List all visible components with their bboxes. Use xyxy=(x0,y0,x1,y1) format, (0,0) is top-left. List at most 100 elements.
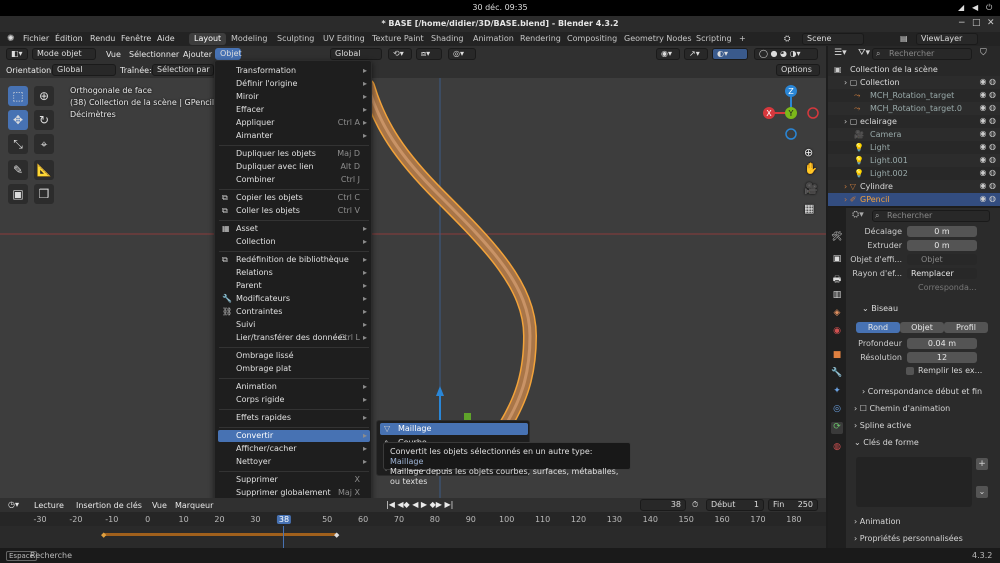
workspace-tab-shading[interactable]: Shading xyxy=(426,33,469,45)
object-menu-item[interactable]: Suivi ▸ xyxy=(218,319,370,331)
bevel-mode-round[interactable]: Rond xyxy=(856,322,900,333)
scene-icon[interactable]: ⛭ xyxy=(784,34,790,44)
object-menu-item[interactable]: Supprimer X xyxy=(218,474,370,486)
shape-keys-list[interactable] xyxy=(856,457,972,507)
start-frame-field[interactable]: Début 1 xyxy=(706,499,764,511)
options-button[interactable]: Options xyxy=(776,64,820,76)
keyframe-end[interactable]: ◆ xyxy=(334,531,339,539)
object-menu-item[interactable]: ⛓ Contraintes ▸ xyxy=(218,306,370,318)
physics-tab-icon[interactable]: ◎ xyxy=(831,404,843,416)
volume-icon[interactable]: ◀ xyxy=(972,3,978,12)
outliner-editor-icon[interactable]: ☰▾ xyxy=(834,48,847,58)
world-tab-icon[interactable]: ◉ xyxy=(831,326,843,338)
workspace-tab-compositing[interactable]: Compositing xyxy=(562,33,622,45)
pivot-point-button[interactable]: ⟲▾ xyxy=(388,48,412,60)
object-menu-item[interactable]: Appliquer Ctrl A ▸ xyxy=(218,117,370,129)
transform-orientation-selector[interactable]: Global xyxy=(330,48,382,60)
bevel-mode-profile[interactable]: Profil xyxy=(944,322,988,333)
current-frame-field[interactable]: 38 xyxy=(640,499,686,511)
outliner-row[interactable]: 💡 Light ◉ ◍ xyxy=(828,141,1000,154)
modifier-tab-icon[interactable]: 🔧 xyxy=(831,368,843,380)
outliner-row[interactable]: ▣ Collection de la scène xyxy=(828,63,1000,76)
minimize-button[interactable]: − xyxy=(958,18,966,28)
timeline-keying-menu[interactable]: Insertion de clés xyxy=(76,501,142,510)
drag-selector[interactable]: Sélection par re xyxy=(152,64,214,76)
visibility-button[interactable]: ◉▾ xyxy=(656,48,680,60)
outliner-row[interactable]: 🎥 Camera ◉ ◍ xyxy=(828,128,1000,141)
object-menu-item[interactable]: Aimanter ▸ xyxy=(218,130,370,142)
timeline-playback-menu[interactable]: Lecture xyxy=(34,501,64,510)
add-workspace-button[interactable]: + xyxy=(734,33,751,45)
panel-start-end-mapping[interactable]: › Correspondance début et fin xyxy=(862,387,982,396)
extrude-field[interactable]: 0 m xyxy=(907,240,977,251)
panel-shape-keys[interactable]: ⌄ Clés de forme xyxy=(854,438,919,447)
workspace-tab-animation[interactable]: Animation xyxy=(468,33,519,45)
visibility-eye-icon[interactable]: ◉ ◍ xyxy=(979,181,996,190)
tool-tab-icon[interactable]: 🛠 xyxy=(831,232,843,244)
outliner-row[interactable]: › ▢ eclairage ◉ ◍ xyxy=(828,115,1000,128)
object-menu-item[interactable]: ⧉ Copier les objets Ctrl C xyxy=(218,192,370,204)
shading-modes[interactable]: ◯ ● ◕ ◑▾ xyxy=(754,48,818,60)
object-menu-item[interactable]: Parent ▸ xyxy=(218,280,370,292)
visibility-eye-icon[interactable]: ◉ ◍ xyxy=(979,116,996,125)
outliner-search-input[interactable]: Rechercher xyxy=(872,48,972,60)
bevel-mode-object[interactable]: Objet xyxy=(900,322,944,333)
keyframe-start[interactable]: ◆ xyxy=(101,531,106,539)
object-menu-item[interactable]: ⧉ Coller les objets Ctrl V xyxy=(218,205,370,217)
viewport-menu-object[interactable]: Objet xyxy=(215,48,242,60)
object-menu-item[interactable]: Dupliquer avec lien Alt D xyxy=(218,161,370,173)
zoom-icon[interactable]: ⊕ xyxy=(804,146,813,159)
add-shape-key-button[interactable]: + xyxy=(976,458,988,470)
object-menu-item[interactable]: Effets rapides ▸ xyxy=(218,412,370,424)
panel-path-animation[interactable]: › ☐ Chemin d'animation xyxy=(854,404,950,413)
object-menu-item[interactable]: ▦ Asset ▸ xyxy=(218,223,370,235)
pan-hand-icon[interactable]: ✋ xyxy=(804,162,818,175)
convert-to-mesh-item[interactable]: ▽ Maillage xyxy=(380,423,528,435)
blender-logo-icon[interactable]: ✺ xyxy=(7,34,15,44)
object-menu-item[interactable]: Corps rigide ▸ xyxy=(218,394,370,406)
orientation-selector[interactable]: Global xyxy=(52,64,116,76)
timeline-ruler[interactable]: -30 -20 -10 0 10 20 30 38 50 60 70 80 90 100 110 120 130… xyxy=(0,512,826,526)
shape-key-menu-button[interactable]: ⌄ xyxy=(976,486,988,498)
properties-editor-icon[interactable]: ⛭▾ xyxy=(852,210,864,220)
visibility-eye-icon[interactable]: ◉ ◍ xyxy=(979,103,996,112)
annotate-tool-icon[interactable]: ✎ xyxy=(8,160,28,180)
object-menu-item[interactable]: Définir l'origine ▸ xyxy=(218,78,370,90)
viewport-menu-select[interactable]: Sélectionner xyxy=(129,50,179,59)
measure-tool-icon[interactable]: 📐 xyxy=(34,160,54,180)
visibility-eye-icon[interactable]: ◉ ◍ xyxy=(979,142,996,151)
object-menu-item[interactable]: Animation ▸ xyxy=(218,381,370,393)
editor-type-button[interactable]: ◧▾ xyxy=(6,48,28,60)
select-box-tool-icon[interactable]: ⬚ xyxy=(8,86,28,106)
properties-search-input[interactable]: Rechercher xyxy=(872,210,990,222)
add-cube-tool-icon[interactable]: ▣ xyxy=(8,184,28,204)
depth-field[interactable]: 0.04 m xyxy=(907,338,977,349)
panel-animation[interactable]: › Animation xyxy=(854,517,901,526)
outliner-row[interactable]: ⤳ MCH_Rotation_target.0 ◉ ◍ xyxy=(828,102,1000,115)
workspace-tab-layout[interactable]: Layout xyxy=(189,33,227,45)
object-menu-item[interactable]: ⧉ Redéfinition de bibliothèque ▸ xyxy=(218,254,370,266)
add-object-tool-icon[interactable]: ❒ xyxy=(34,184,54,204)
proportional-edit-button[interactable]: ◎▾ xyxy=(448,48,476,60)
object-menu-item[interactable]: Collection ▸ xyxy=(218,236,370,248)
taper-object-field[interactable]: Objet xyxy=(907,254,977,265)
outliner-row[interactable]: 💡 Light.001 ◉ ◍ xyxy=(828,154,1000,167)
menu-window[interactable]: Fenêtre xyxy=(121,34,151,43)
outliner-row[interactable]: 💡 Light.002 ◉ ◍ xyxy=(828,167,1000,180)
move-tool-icon[interactable]: ✥ xyxy=(8,110,28,130)
visibility-eye-icon[interactable]: ◉ ◍ xyxy=(979,194,996,203)
menu-file[interactable]: Fichier xyxy=(23,34,49,43)
menu-help[interactable]: Aide xyxy=(157,34,175,43)
panel-custom-properties[interactable]: › Propriétés personnalisées xyxy=(854,534,963,543)
scale-tool-icon[interactable]: ⤡ xyxy=(8,134,28,154)
viewlayer-icon[interactable]: ▤ xyxy=(900,34,908,43)
scene-tab-icon[interactable]: ◈ xyxy=(831,308,843,320)
snap-button[interactable]: ⧈▾ xyxy=(416,48,442,60)
visibility-eye-icon[interactable]: ◉ ◍ xyxy=(979,168,996,177)
outliner-filter-icon[interactable]: ⛛▾ xyxy=(858,48,870,58)
object-tab-icon[interactable]: ■ xyxy=(831,350,843,362)
end-frame-field[interactable]: Fin 250 xyxy=(768,499,818,511)
stopwatch-icon[interactable]: ⏱ xyxy=(692,500,698,510)
gizmo-toggle-button[interactable]: ↗▾ xyxy=(684,48,708,60)
mode-selector[interactable]: Mode objet xyxy=(32,48,96,60)
